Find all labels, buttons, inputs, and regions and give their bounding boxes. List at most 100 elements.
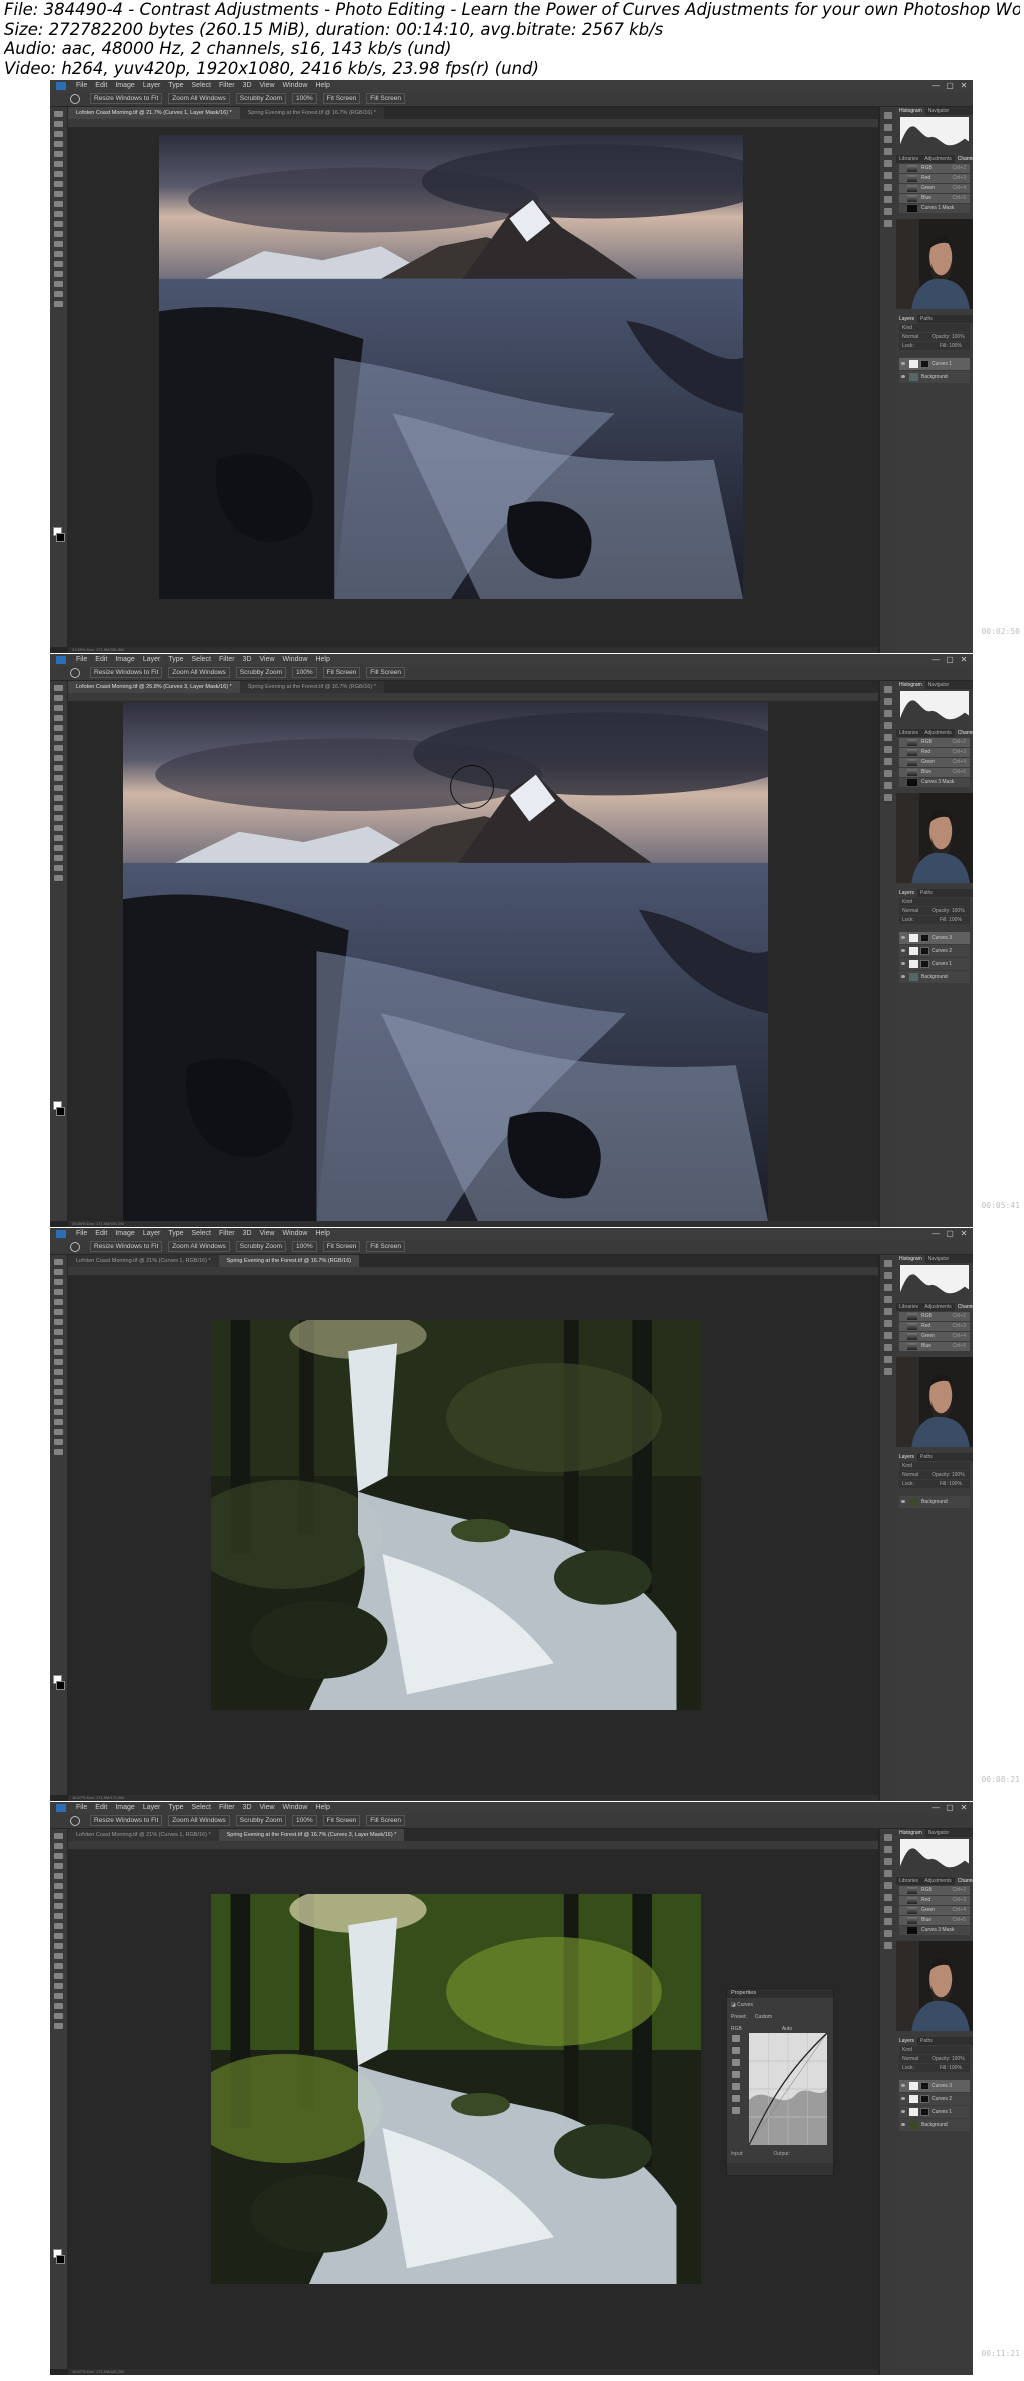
eyedropper-tool-icon[interactable] [54, 1883, 63, 1889]
visibility-eye-icon[interactable] [901, 1500, 905, 1503]
zoom-tool-icon[interactable] [54, 2023, 63, 2029]
menu-item[interactable]: Select [192, 654, 211, 666]
channel-row[interactable]: Green Ctrl+4 [899, 758, 970, 767]
brush-tool-icon[interactable] [54, 181, 63, 187]
menu-item[interactable]: Window [283, 1802, 308, 1814]
background-color-swatch[interactable] [56, 1681, 65, 1690]
panel-tab[interactable]: Paths [917, 1453, 936, 1461]
type-tool-icon[interactable] [54, 261, 63, 267]
close-window-button[interactable]: ✕ [959, 81, 969, 91]
menu-item[interactable]: Filter [219, 1802, 235, 1814]
path-select-tool-icon[interactable] [54, 1993, 63, 1999]
pen-tool-icon[interactable] [54, 1973, 63, 1979]
curves-graph[interactable] [748, 2032, 828, 2146]
crop-tool-icon[interactable] [54, 1299, 63, 1305]
channel-row[interactable]: Red Ctrl+3 [899, 174, 970, 183]
type-tool-icon[interactable] [54, 1409, 63, 1415]
fill-field[interactable]: Fill: 100% [940, 1481, 962, 1487]
channel-row[interactable]: RGB Ctrl+2 [899, 1312, 970, 1321]
move-tool-icon[interactable] [54, 1259, 63, 1265]
layer-filter-kind[interactable]: Kind [899, 1462, 970, 1470]
maximize-button[interactable]: ▢ [945, 1803, 955, 1813]
history-brush-tool-icon[interactable] [54, 775, 63, 781]
panel-tab[interactable]: Adjustments [921, 729, 955, 737]
blend-mode-select[interactable]: Normal [902, 334, 918, 340]
layer-row[interactable]: Background [899, 971, 970, 983]
blur-tool-icon[interactable] [54, 1379, 63, 1385]
panel-tab[interactable]: Histogram [896, 1255, 925, 1263]
brush-tool-icon[interactable] [54, 1329, 63, 1335]
option-button[interactable]: 100% [292, 1240, 317, 1252]
panel-tab[interactable]: Adjustments [921, 1303, 955, 1311]
minimize-button[interactable]: — [931, 1229, 941, 1239]
dodge-tool-icon[interactable] [54, 241, 63, 247]
close-window-button[interactable]: ✕ [959, 1229, 969, 1239]
panel-toggle-icon[interactable] [884, 1308, 892, 1315]
shape-tool-icon[interactable] [54, 281, 63, 287]
maximize-button[interactable]: ▢ [945, 655, 955, 665]
fill-field[interactable]: Fill: 100% [940, 343, 962, 349]
document-tab[interactable]: Spring Evening at the Forest.tif @ 16.7%… [218, 1829, 405, 1841]
panel-toggle-icon[interactable] [884, 1344, 892, 1351]
blend-and-opacity[interactable]: Normal Opacity: 100% [899, 2055, 970, 2063]
layer-row[interactable]: Curves 1 [899, 358, 970, 370]
history-brush-tool-icon[interactable] [54, 1349, 63, 1355]
gray-point-eyedropper-icon[interactable] [732, 2059, 740, 2066]
menu-item[interactable]: 3D [243, 1802, 252, 1814]
option-button[interactable]: Zoom All Windows [168, 1814, 230, 1826]
option-button[interactable]: Zoom All Windows [168, 92, 230, 104]
blur-tool-icon[interactable] [54, 231, 63, 237]
quick-select-tool-icon[interactable] [54, 715, 63, 721]
menu-item[interactable]: Edit [95, 1228, 107, 1240]
minimize-button[interactable]: — [931, 1803, 941, 1813]
stamp-tool-icon[interactable] [54, 1913, 63, 1919]
panel-tab[interactable]: Channels [954, 1303, 973, 1311]
panel-tab[interactable]: Layers [896, 2037, 918, 2045]
panel-toggle-icon[interactable] [884, 196, 892, 203]
zoom-tool-icon[interactable] [54, 875, 63, 881]
opacity-field[interactable]: Opacity: 100% [932, 908, 965, 914]
option-button[interactable]: Fit Screen [322, 1814, 361, 1826]
crop-tool-icon[interactable] [54, 725, 63, 731]
panel-toggle-icon[interactable] [884, 1918, 892, 1925]
type-tool-icon[interactable] [54, 835, 63, 841]
brush-tool-icon[interactable] [54, 1903, 63, 1909]
layer-row[interactable]: Background [899, 2119, 970, 2131]
option-button[interactable]: 100% [292, 1814, 317, 1826]
shape-tool-icon[interactable] [54, 2003, 63, 2009]
visibility-eye-icon[interactable] [901, 2097, 905, 2100]
panel-toggle-icon[interactable] [884, 1272, 892, 1279]
zoom-tool-icon[interactable] [54, 1449, 63, 1455]
path-select-tool-icon[interactable] [54, 271, 63, 277]
channel-row[interactable]: RGB Ctrl+2 [899, 164, 970, 173]
menu-item[interactable]: File [76, 80, 87, 92]
eraser-tool-icon[interactable] [54, 211, 63, 217]
menu-item[interactable]: Help [315, 654, 329, 666]
option-button[interactable]: Scrubby Zoom [235, 1814, 287, 1826]
visibility-eye-icon[interactable] [901, 949, 905, 952]
pencil-icon[interactable] [732, 2095, 740, 2102]
lasso-tool-icon[interactable] [54, 1279, 63, 1285]
blend-and-opacity[interactable]: Normal Opacity: 100% [899, 907, 970, 915]
close-window-button[interactable]: ✕ [959, 1803, 969, 1813]
menu-item[interactable]: Filter [219, 1228, 235, 1240]
path-select-tool-icon[interactable] [54, 845, 63, 851]
menu-item[interactable]: View [260, 80, 275, 92]
panel-toggle-icon[interactable] [884, 794, 892, 801]
panel-tab[interactable]: Adjustments [921, 155, 955, 163]
background-color-swatch[interactable] [56, 2255, 65, 2264]
menu-item[interactable]: Window [283, 654, 308, 666]
channel-row[interactable]: RGB Ctrl+2 [899, 1886, 970, 1895]
visibility-eye-icon[interactable] [901, 2123, 905, 2126]
option-button[interactable]: 100% [292, 666, 317, 678]
option-button[interactable]: 100% [292, 92, 317, 104]
eyedropper-tool-icon[interactable] [54, 1309, 63, 1315]
pen-tool-icon[interactable] [54, 251, 63, 257]
hand-tool-icon[interactable] [54, 1439, 63, 1445]
panel-toggle-icon[interactable] [884, 1882, 892, 1889]
panel-toggle-icon[interactable] [884, 208, 892, 215]
canvas-area[interactable] [68, 128, 878, 647]
quick-select-tool-icon[interactable] [54, 1289, 63, 1295]
gradient-tool-icon[interactable] [54, 221, 63, 227]
fill-field[interactable]: Fill: 100% [940, 917, 962, 923]
